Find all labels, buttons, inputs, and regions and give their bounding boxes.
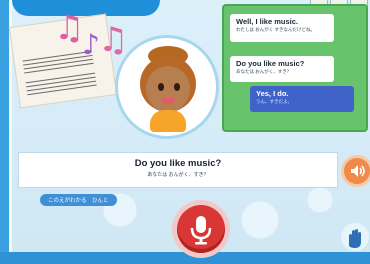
chat-bubble-text: Do you like music? [236, 59, 305, 68]
chat-bubble-translation: わたしは おんがく すきなんだけどね。 [236, 27, 315, 32]
prompt-translation: あなたは おんがく、すき？ [147, 172, 209, 178]
microphone-button[interactable] [177, 205, 225, 253]
microphone-icon [190, 216, 212, 245]
chat-bubble-translation: うん、すきだよ。 [256, 99, 292, 104]
chat-bubble-translation: あなたは おんがく、すき？ [236, 69, 292, 74]
hand-icon [341, 223, 369, 251]
sound-button[interactable] [344, 158, 370, 184]
speaker-icon [351, 165, 365, 177]
prompt-text: Do you like music? [134, 158, 222, 169]
hint-button[interactable]: このえがわかる ひんと [40, 194, 117, 206]
prompt-box: Do you like music? あなたは おんがく、すき？ [18, 152, 338, 188]
avatar-face [146, 66, 190, 112]
chat-bubble-partner: Well, I like music. わたしは おんがく すきなんだけどね。 [230, 14, 334, 42]
music-note-icon: ♫ [98, 20, 129, 60]
chat-bubble-partner: Do you like music? あなたは おんがく、すき？ [230, 56, 334, 82]
avatar-eye [174, 83, 180, 91]
chat-bubble-user: Yes, I do. うん、すきだよ。 [250, 86, 354, 112]
avatar-shirt [150, 110, 186, 132]
left-border [0, 0, 9, 264]
hand-button[interactable] [340, 222, 370, 252]
chat-bubble-text: Yes, I do. [256, 89, 289, 98]
avatar-eye [158, 83, 164, 91]
conversation-panel: Well, I like music. わたしは おんがく すきなんだけどね。 … [222, 4, 368, 132]
header-tab [12, 0, 160, 16]
music-note-icon: ♫ [54, 8, 85, 48]
chat-bubble-text: Well, I like music. [236, 17, 298, 26]
